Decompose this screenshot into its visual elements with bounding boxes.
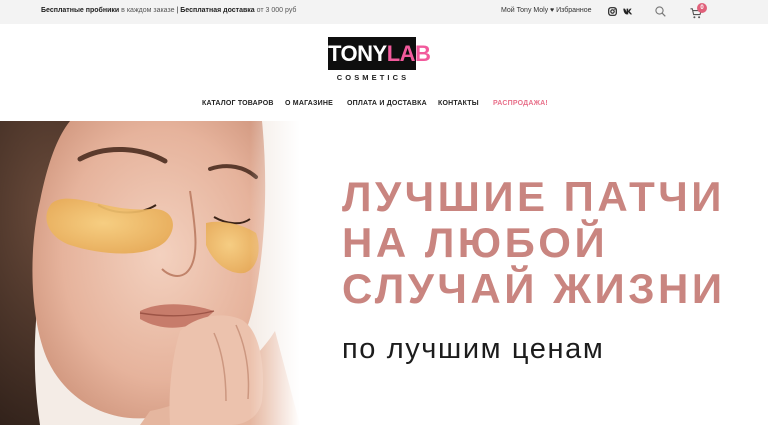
instagram-icon[interactable] — [608, 7, 617, 16]
logo-box: TONYLAB — [328, 37, 431, 70]
hero-headline-line-1: ЛУЧШИЕ ПАТЧИ — [342, 173, 725, 220]
top-bar: Бесплатные пробники в каждом заказе | Бе… — [0, 0, 768, 24]
logo-subtitle: COSMETICS — [336, 73, 410, 82]
promo-each-order: в каждом заказе — [121, 7, 175, 14]
promo-text: Бесплатные пробники в каждом заказе | Бе… — [41, 7, 296, 14]
promo-from: от — [256, 7, 264, 14]
promo-free-delivery: Бесплатная доставка — [180, 7, 255, 14]
vk-icon[interactable] — [623, 8, 633, 15]
nav-payment-delivery[interactable]: ОПЛАТА И ДОСТАВКА — [347, 100, 427, 107]
promo-separator: | — [176, 7, 179, 14]
promo-free-samples: Бесплатные пробники — [41, 7, 120, 14]
hero-model-image — [0, 121, 300, 425]
nav-sale[interactable]: РАСПРОДАЖА! — [493, 100, 548, 107]
favorites-link[interactable]: ♥ Избранное — [550, 7, 592, 14]
logo-word-tony: TONY — [328, 41, 387, 66]
logo-wordmark: TONYLAB — [328, 37, 431, 70]
cart-count-badge: 0 — [697, 3, 707, 13]
promo-amount: 3 000 руб — [265, 7, 297, 14]
hero-headline-line-3: СЛУЧАЙ ЖИЗНИ — [342, 265, 726, 312]
nav-contacts[interactable]: КОНТАКТЫ — [438, 100, 479, 107]
hero-headline-line-2: НА ЛЮБОЙ — [342, 219, 609, 266]
logo-word-lab: LAB — [386, 41, 431, 66]
search-icon[interactable] — [655, 6, 666, 17]
hero-subline: по лучшим ценам — [342, 333, 605, 365]
my-account-link[interactable]: Мой Tony Moly — [501, 7, 548, 14]
nav-catalog[interactable]: КАТАЛОГ ТОВАРОВ — [202, 100, 274, 107]
nav-about[interactable]: О МАГАЗИНЕ — [285, 100, 333, 107]
